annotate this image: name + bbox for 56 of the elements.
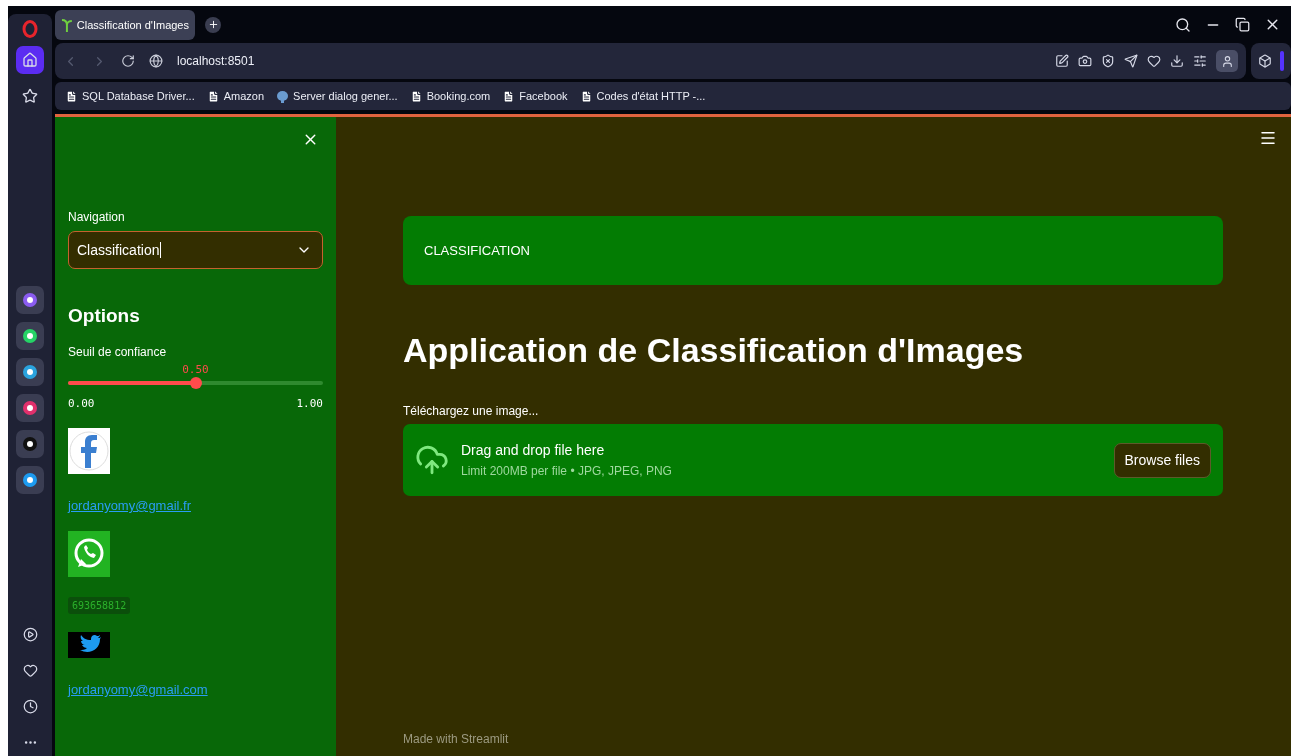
profile-button[interactable]	[1216, 50, 1238, 72]
opera-logo[interactable]	[22, 20, 38, 38]
dropzone-hint: Limit 200MB per file • JPG, JPEG, PNG	[461, 464, 672, 478]
sprout-icon	[61, 17, 73, 32]
slider-min: 0.00	[68, 397, 95, 410]
browser-tab[interactable]: Classification d'Images	[55, 9, 195, 40]
file-dropzone[interactable]: Drag and drop file here Limit 200MB per file • JPG, JPEG, PNG Browse files	[403, 424, 1223, 496]
section-heading: Options	[68, 305, 141, 327]
slider-label: Seuil de confiance	[68, 345, 168, 359]
bookmark[interactable]: Amazon	[206, 89, 265, 103]
slider-max: 1.00	[296, 397, 323, 410]
reload-icon[interactable]	[121, 54, 135, 68]
edit-icon[interactable]	[1055, 54, 1069, 68]
twitter-logo	[68, 632, 110, 658]
download-icon[interactable]	[1170, 54, 1184, 68]
shield-icon[interactable]	[1101, 54, 1115, 68]
banner: CLASSIFICATION	[403, 216, 1223, 285]
address-bar[interactable]: localhost:8501	[55, 43, 1246, 79]
cube-icon[interactable]	[1258, 54, 1272, 68]
page-icon	[65, 89, 78, 103]
page-icon	[579, 89, 593, 103]
browse-files-button[interactable]: Browse files	[1113, 442, 1211, 478]
menu-icon[interactable]	[1259, 129, 1277, 147]
phone-number: 693658812	[68, 597, 131, 614]
field-label: Navigation	[68, 210, 126, 224]
new-tab-button[interactable]	[205, 16, 221, 33]
user-icon	[1220, 54, 1234, 68]
globe-icon	[149, 54, 163, 68]
plus-icon	[207, 19, 219, 30]
upload-cloud-icon	[415, 443, 449, 477]
page-title: Application de Classification d'Images	[403, 331, 1025, 370]
bookmark[interactable]: Booking.com	[409, 89, 491, 103]
restore-icon[interactable]	[1235, 17, 1250, 32]
slider-value: 0.50	[182, 363, 209, 376]
facebook-logo	[68, 428, 110, 474]
home-icon[interactable]	[16, 46, 44, 74]
bookmark[interactable]: SQL Database Driver...	[65, 89, 195, 103]
search-icon[interactable]	[1175, 16, 1191, 33]
dropzone-title: Drag and drop file here	[461, 442, 606, 458]
settings-icon[interactable]	[1193, 54, 1207, 68]
page-icon	[206, 89, 220, 103]
app-icon[interactable]	[16, 286, 44, 314]
page-icon	[502, 89, 516, 103]
slider-thumb[interactable]	[189, 377, 202, 389]
page-icon	[409, 89, 423, 103]
url-text: localhost:8501	[177, 54, 255, 68]
camera-icon[interactable]	[1078, 54, 1092, 68]
bookmark[interactable]: Server dialog gener...	[276, 89, 398, 103]
whatsapp-logo	[68, 531, 110, 577]
footer-text: Made with Streamlit	[403, 732, 510, 746]
uploader-label: Téléchargez une image...	[403, 404, 540, 418]
bookmark[interactable]: Codes d'état HTTP -...	[579, 89, 706, 103]
send-icon[interactable]	[1124, 54, 1138, 68]
navigation-select[interactable]: Classification	[68, 231, 323, 269]
heart-icon[interactable]	[1147, 54, 1161, 68]
bookmark[interactable]: Facebook	[502, 89, 568, 103]
